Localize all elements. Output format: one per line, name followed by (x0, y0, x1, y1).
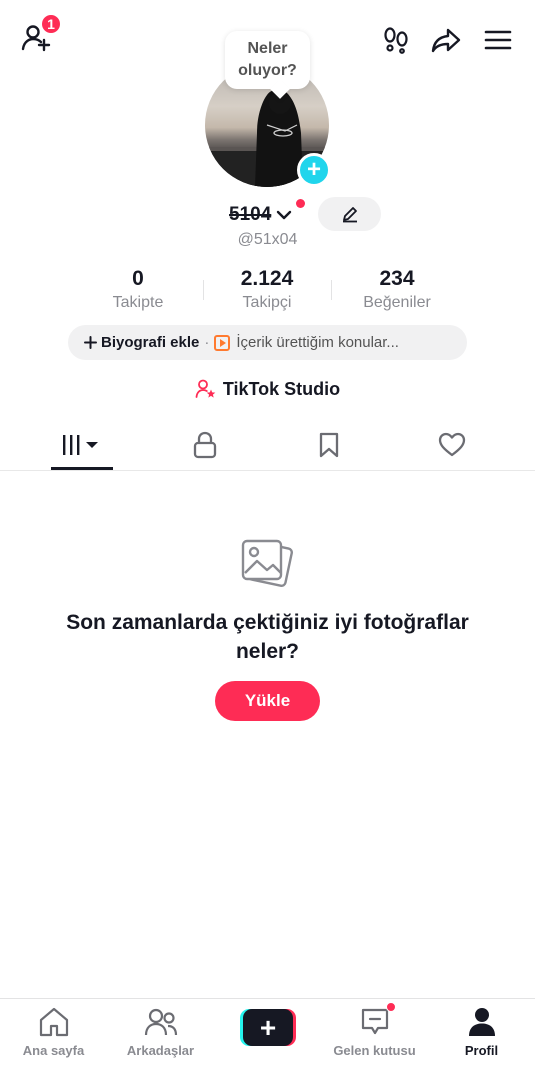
add-story-button[interactable]: + (297, 153, 331, 187)
tab-videos[interactable] (47, 420, 117, 470)
caret-down-icon (86, 442, 98, 448)
followers-label: Takipçi (242, 294, 292, 311)
likes-stat[interactable]: 234 Beğeniler (322, 266, 472, 314)
heart-icon (438, 432, 466, 457)
nav-friends[interactable]: Arkadaşlar (107, 1005, 214, 1065)
inbox-notification-dot (386, 1002, 396, 1012)
followers-stat[interactable]: 2.124 Takipçi (192, 266, 342, 314)
nav-home-label: Ana sayfa (22, 1043, 85, 1058)
create-button[interactable]: + (240, 1009, 296, 1046)
upload-button[interactable]: Yükle (215, 681, 320, 721)
following-label: Takipte (112, 294, 164, 311)
lock-icon (193, 431, 217, 459)
notification-badge: 1 (40, 13, 62, 35)
video-topic-icon (214, 334, 231, 351)
create-plus-icon: + (243, 1009, 293, 1046)
content-topics-label: İçerik ürettiğim konular... (236, 334, 399, 351)
tiktok-studio-link[interactable]: TikTok Studio (0, 378, 535, 400)
active-tab-indicator (51, 467, 113, 470)
bottom-navigation: Ana sayfa Arkadaşlar + Gelen kutusu Prof… (0, 998, 535, 1080)
add-bio-label: Biyografi ekle (101, 334, 200, 351)
username: @51x04 (237, 231, 298, 248)
home-icon (39, 1007, 68, 1037)
display-name: 5104 (229, 204, 272, 225)
edit-profile-button[interactable] (318, 197, 381, 231)
profile-tabs (0, 420, 535, 471)
photos-icon (237, 535, 299, 597)
nav-profile[interactable]: Profil (428, 1005, 535, 1065)
add-bio-button[interactable]: Biyografi ekle (84, 334, 199, 351)
profile-views-button[interactable] (374, 20, 418, 60)
likes-label: Beğeniler (363, 294, 431, 311)
nav-inbox[interactable]: Gelen kutusu (321, 1005, 428, 1065)
hamburger-menu-icon (484, 30, 512, 50)
bookmark-icon (319, 432, 339, 458)
video-grid-icon (63, 435, 98, 455)
tab-private[interactable] (170, 420, 240, 470)
tab-saved[interactable] (294, 420, 364, 470)
following-count: 0 (132, 267, 144, 290)
display-name-row[interactable]: 5104 (229, 201, 293, 229)
account-notification-dot (296, 199, 305, 208)
nav-home[interactable]: Ana sayfa (0, 1005, 107, 1065)
bio-separator: · (204, 334, 210, 351)
share-arrow-icon (431, 28, 461, 53)
tiktok-studio-label: TikTok Studio (222, 378, 341, 399)
followers-count: 2.124 (240, 267, 294, 290)
nav-inbox-label: Gelen kutusu (333, 1043, 416, 1058)
likes-count: 234 (379, 267, 415, 290)
creator-star-icon (195, 379, 216, 398)
share-profile-button[interactable] (424, 20, 468, 60)
plus-icon (84, 336, 97, 349)
profile-stats: 0 Takipte 2.124 Takipçi 234 Beğeniler (0, 266, 535, 316)
bio-pill[interactable]: Biyografi ekle · İçerik ürettiğim konula… (68, 325, 467, 360)
inbox-icon (361, 1008, 388, 1035)
plus-icon: + (306, 156, 321, 183)
status-bubble[interactable]: Neler oluyor? (225, 31, 310, 89)
pencil-icon (342, 207, 357, 223)
chevron-down-icon (277, 210, 292, 220)
following-stat[interactable]: 0 Takipte (63, 266, 213, 314)
content-topics-button[interactable]: İçerik ürettiğim konular... (214, 334, 399, 351)
tab-liked[interactable] (417, 420, 487, 470)
footprints-icon (384, 27, 408, 54)
nav-profile-label: Profil (464, 1043, 499, 1058)
friends-icon (144, 1008, 177, 1036)
nav-friends-label: Arkadaşlar (126, 1043, 195, 1058)
empty-state-title: Son zamanlarda çektiğiniz iyi fotoğrafla… (66, 611, 469, 663)
menu-button[interactable] (476, 20, 520, 60)
profile-icon (468, 1008, 495, 1036)
